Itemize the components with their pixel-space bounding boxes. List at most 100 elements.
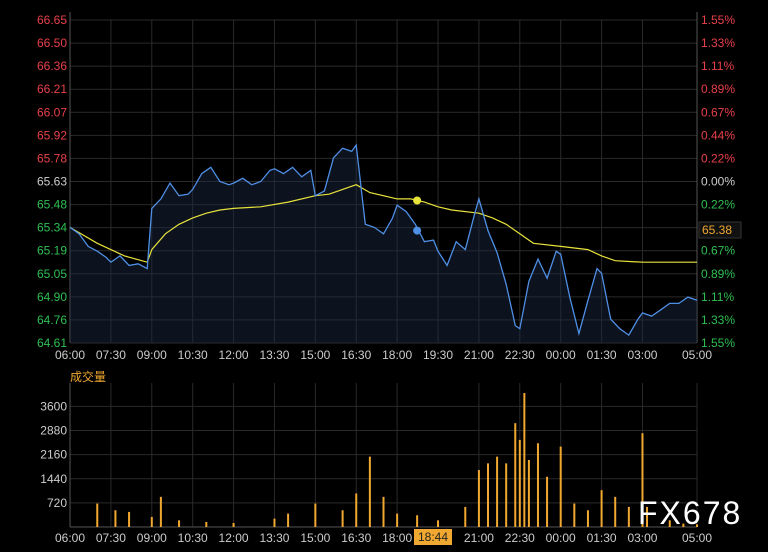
volume-tick-label: 2160 — [40, 448, 67, 462]
volume-bar — [159, 496, 162, 527]
volume-bar — [518, 439, 521, 527]
time-tick-label: 00:00 — [546, 348, 576, 362]
volume-bar — [341, 510, 344, 527]
volume-bar — [287, 513, 290, 527]
price-tick-label: 65.78 — [37, 151, 67, 165]
percent-tick-label: 1.11% — [701, 290, 734, 304]
time-tick-label: 21:00 — [464, 348, 494, 362]
bottom-time-tick-label: 01:30 — [587, 531, 617, 545]
volume-tick-label: 2880 — [40, 424, 67, 438]
volume-bar — [114, 510, 117, 527]
volume-bar — [150, 516, 153, 527]
volume-bar — [514, 423, 517, 527]
price-tick-label: 65.92 — [37, 128, 67, 142]
fx-chart-screen: 66.65 66.50 66.36 66.21 66.07 65.92 65.78 65.63… — [0, 0, 768, 547]
time-tick-label: 06:00 — [55, 348, 85, 362]
time-tick-label: 22:30 — [505, 348, 535, 362]
price-marker — [413, 226, 422, 235]
volume-bar — [96, 503, 99, 527]
time-axis-top: 06:00 07:30 09:00 10:30 12:00 13:30 15:00 16:30… — [55, 348, 712, 362]
volume-bar — [487, 463, 489, 527]
percent-tick-label: 0.22% — [701, 198, 735, 212]
chart-svg: 66.65 66.50 66.36 66.21 66.07 65.92 65.78 65.63… — [37, 12, 742, 545]
price-area-fill — [70, 145, 697, 343]
time-tick-label: 09:00 — [137, 348, 167, 362]
watermark: FX678 — [638, 495, 742, 531]
time-tick-label: 03:00 — [627, 348, 657, 362]
cursor-time-label: 18:44 — [418, 530, 448, 544]
volume-bar — [416, 515, 419, 527]
time-tick-label: 05:00 — [682, 348, 712, 362]
price-tick-label: 65.05 — [37, 267, 67, 281]
bottom-time-tick-label: 12:00 — [219, 531, 249, 545]
percent-tick-label: 1.33% — [701, 36, 735, 50]
bottom-time-tick-label: 15:00 — [300, 531, 330, 545]
volume-bar — [496, 456, 499, 527]
price-tick-label: 65.63 — [37, 175, 67, 189]
percent-tick-label: 0.22% — [701, 151, 735, 165]
volume-bar — [627, 506, 630, 527]
volume-bar — [396, 513, 399, 527]
price-tick-label: 65.48 — [37, 198, 67, 212]
volume-bar — [382, 496, 385, 527]
volume-bar — [205, 521, 208, 527]
time-tick-label: 18:00 — [382, 348, 412, 362]
percent-tick-label: 1.11% — [701, 59, 734, 73]
time-tick-label: 19:30 — [423, 348, 453, 362]
percent-tick-label: 0.44% — [701, 128, 735, 142]
volume-bar — [273, 518, 276, 527]
volume-bar — [536, 443, 539, 527]
bottom-time-tick-label: 10:30 — [178, 531, 208, 545]
volume-bar — [614, 496, 617, 527]
price-tick-label: 64.76 — [37, 313, 67, 327]
price-tick-label: 65.34 — [37, 221, 67, 235]
price-tick-label: 65.19 — [37, 244, 67, 258]
percent-tick-label: 0.67% — [701, 244, 735, 258]
volume-tick-label: 720 — [47, 496, 67, 510]
price-tick-label: 66.50 — [37, 36, 67, 50]
cursor-time-tag: 18:44 — [414, 529, 452, 545]
price-tick-label: 66.65 — [37, 13, 67, 27]
volume-bar — [128, 511, 131, 527]
time-tick-label: 10:30 — [178, 348, 208, 362]
volume-bar — [559, 446, 562, 527]
current-price-tag: 65.38 — [698, 221, 742, 239]
time-tick-label: 16:30 — [341, 348, 371, 362]
volume-axis: 3600 2880 2160 1440 720 — [40, 399, 67, 509]
time-tick-label: 12:00 — [219, 348, 249, 362]
volume-bar — [573, 503, 576, 527]
volume-bar — [355, 493, 358, 527]
volume-bar — [437, 520, 440, 527]
current-price-label: 65.38 — [702, 223, 732, 237]
bottom-time-tick-label: 05:00 — [682, 531, 712, 545]
bottom-time-tick-label: 13:30 — [259, 531, 289, 545]
percent-tick-label: 1.33% — [701, 313, 735, 327]
avg-marker — [413, 196, 422, 205]
bottom-time-tick-label: 07:30 — [96, 531, 126, 545]
bottom-time-tick-label: 18:00 — [382, 531, 412, 545]
volume-tick-label: 3600 — [40, 399, 67, 413]
volume-bar — [586, 510, 589, 527]
bottom-time-tick-label: 06:00 — [55, 531, 85, 545]
time-tick-label: 15:00 — [300, 348, 330, 362]
price-axis-left: 66.65 66.50 66.36 66.21 66.07 65.92 65.78 65.63… — [37, 13, 67, 350]
percent-tick-label: 0.00% — [701, 175, 735, 189]
volume-bar — [368, 456, 371, 527]
bottom-time-tick-label: 09:00 — [137, 531, 167, 545]
bottom-time-tick-label: 03:00 — [627, 531, 657, 545]
price-tick-label: 66.36 — [37, 59, 67, 73]
bottom-time-tick-label: 00:00 — [546, 531, 576, 545]
time-axis-bottom: 06:00 07:30 09:00 10:30 12:00 13:30 15:00 16:30… — [55, 531, 712, 545]
percent-tick-label: 0.67% — [701, 105, 735, 119]
volume-tick-label: 1440 — [40, 472, 67, 486]
percent-axis-right: 1.55% 1.33% 1.11% 0.89% 0.67% 0.44% 0.22% 0.00%… — [701, 13, 735, 350]
volume-bar — [464, 506, 467, 527]
volume-bar — [178, 520, 181, 527]
percent-tick-label: 0.89% — [701, 267, 735, 281]
cursor-markers — [413, 196, 422, 235]
time-tick-label: 07:30 — [96, 348, 126, 362]
volume-bar — [546, 476, 549, 527]
volume-bar — [314, 503, 317, 527]
time-tick-label: 01:30 — [587, 348, 617, 362]
volume-bar — [600, 490, 603, 527]
